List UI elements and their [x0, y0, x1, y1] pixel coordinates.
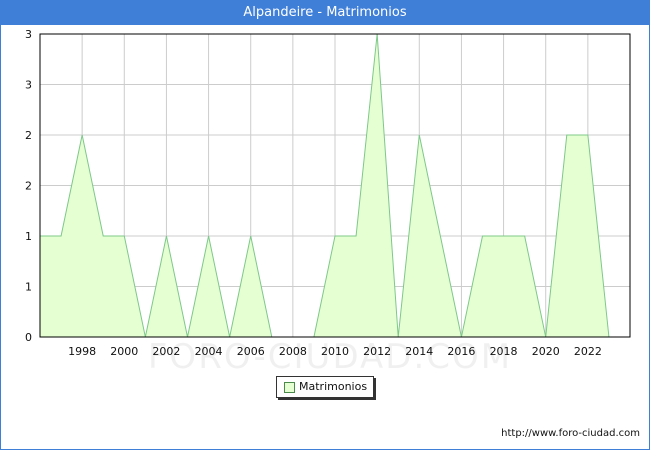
x-tick-label: 2020 — [532, 345, 560, 358]
x-tick-label: 2010 — [321, 345, 349, 358]
y-tick-label: 0 — [25, 331, 32, 344]
data-point — [418, 134, 421, 137]
data-point — [355, 235, 358, 238]
data-point — [565, 134, 568, 137]
x-tick-label: 2022 — [574, 345, 602, 358]
data-point — [249, 235, 252, 238]
y-tick-label: 3 — [25, 79, 32, 92]
data-point — [334, 235, 337, 238]
data-point — [123, 235, 126, 238]
x-tick-label: 2008 — [279, 345, 307, 358]
x-tick-label: 2014 — [405, 345, 433, 358]
data-point — [502, 235, 505, 238]
x-tick-label: 2018 — [490, 345, 518, 358]
data-point — [439, 235, 442, 238]
data-point — [481, 235, 484, 238]
y-tick-label: 2 — [25, 129, 32, 142]
data-point — [523, 235, 526, 238]
legend-swatch — [284, 382, 295, 393]
x-tick-label: 1998 — [68, 345, 96, 358]
legend-label: Matrimonios — [299, 380, 368, 393]
x-tick-label: 2006 — [237, 345, 265, 358]
data-point — [81, 134, 84, 137]
x-tick-label: 2012 — [363, 345, 391, 358]
x-tick-label: 2002 — [152, 345, 180, 358]
x-tick-label: 2004 — [195, 345, 223, 358]
y-tick-label: 1 — [25, 281, 32, 294]
legend: Matrimonios — [276, 376, 374, 398]
data-point — [102, 235, 105, 238]
x-tick-label: 2016 — [447, 345, 475, 358]
y-tick-label: 2 — [25, 180, 32, 193]
source-credit: http://www.foro-ciudad.com — [501, 428, 640, 439]
data-point — [207, 235, 210, 238]
y-tick-label: 3 — [25, 28, 32, 41]
x-tick-label: 2000 — [110, 345, 138, 358]
y-tick-label: 1 — [25, 230, 32, 243]
data-point — [60, 235, 63, 238]
data-point — [586, 134, 589, 137]
data-point — [165, 235, 168, 238]
